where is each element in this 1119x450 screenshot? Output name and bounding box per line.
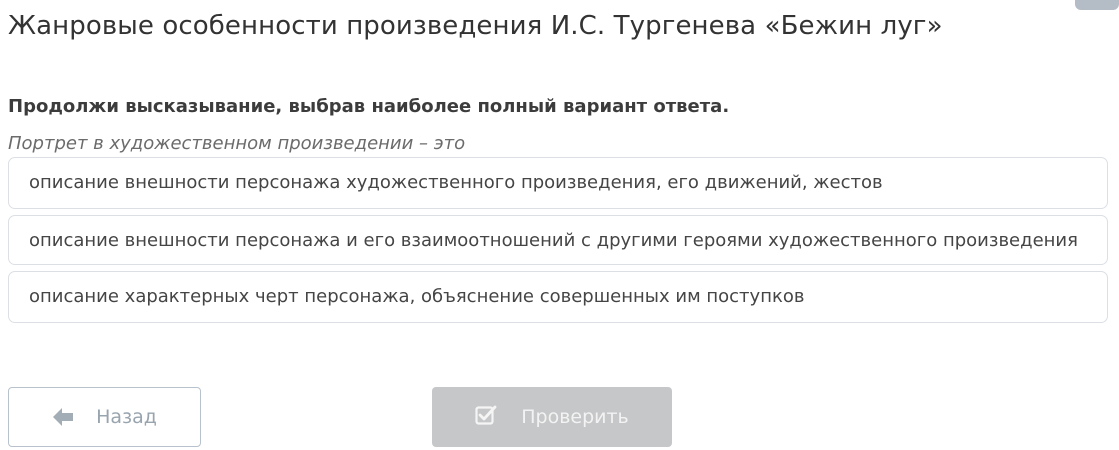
page: Жанровые особенности произведения И.С. Т… <box>0 0 1119 450</box>
arrow-left-icon <box>52 407 74 427</box>
check-button[interactable]: Проверить <box>432 387 672 447</box>
check-button-label: Проверить <box>521 406 629 428</box>
task-instruction: Продолжи высказывание, выбрав наиболее п… <box>8 96 730 117</box>
back-button[interactable]: Назад <box>8 387 201 447</box>
answer-option-1[interactable]: описание внешности персонажа художествен… <box>8 157 1108 209</box>
checkbox-checked-icon <box>475 404 497 426</box>
back-button-label: Назад <box>96 406 157 428</box>
answer-options: описание внешности персонажа художествен… <box>8 157 1108 329</box>
question-text: Портрет в художественном произведении – … <box>8 133 466 154</box>
answer-option-3[interactable]: описание характерных черт персонажа, объ… <box>8 271 1108 323</box>
page-title: Жанровые особенности произведения И.С. Т… <box>8 11 943 41</box>
corner-tab[interactable] <box>1075 0 1119 10</box>
answer-option-2[interactable]: описание внешности персонажа и его взаим… <box>8 215 1108 265</box>
